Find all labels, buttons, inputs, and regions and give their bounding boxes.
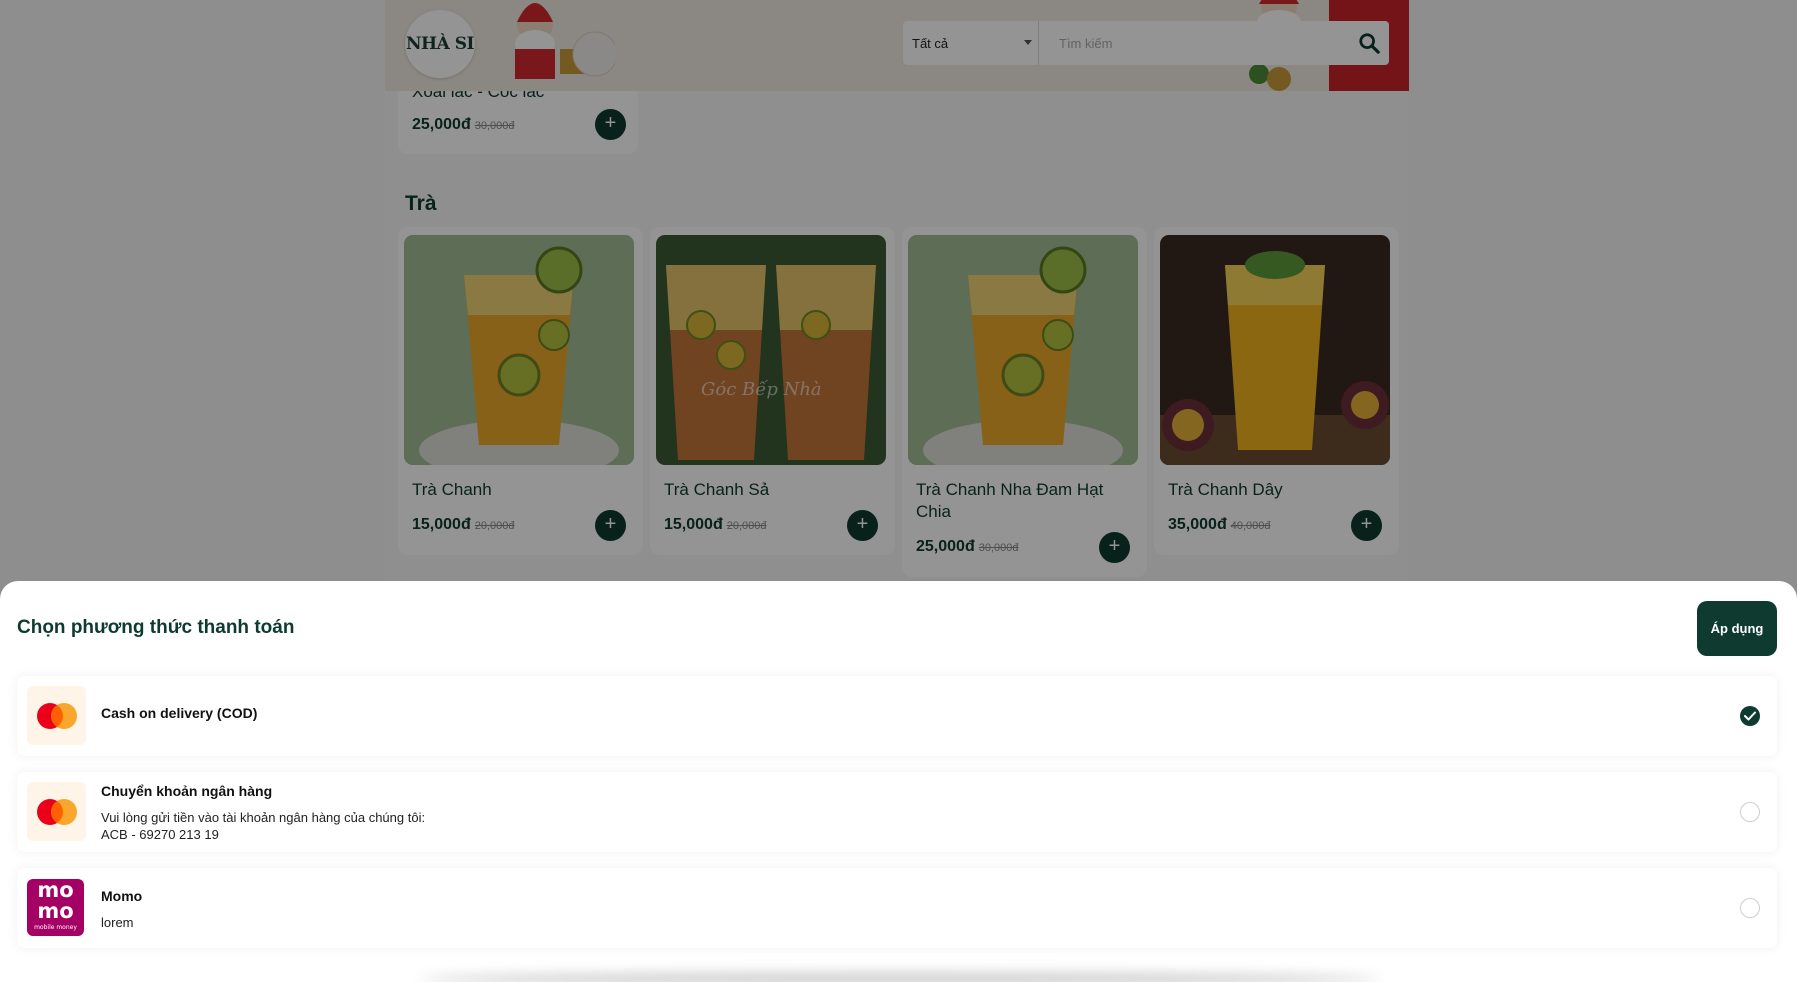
radio-unselected[interactable]: [1740, 802, 1760, 822]
mastercard-icon: [27, 686, 86, 745]
momo-logo-text: mo: [37, 899, 74, 923]
payment-method-name: Momo: [101, 888, 143, 904]
payment-method-cod[interactable]: Cash on delivery (COD): [17, 676, 1777, 756]
payment-method-bank-transfer[interactable]: Chuyển khoản ngân hàng Vui lòng gửi tiền…: [17, 772, 1777, 852]
payment-method-sheet: Chọn phương thức thanh toán Áp dụng Cash…: [0, 581, 1797, 982]
check-icon: [1744, 711, 1756, 721]
payment-method-momo[interactable]: mo mo mobile money Momo lorem: [17, 868, 1777, 948]
payment-method-desc: lorem: [101, 915, 134, 930]
payment-method-name: Cash on delivery (COD): [101, 705, 258, 721]
payment-method-desc: Vui lòng gửi tiền vào tài khoản ngân hàn…: [101, 810, 426, 825]
payment-method-name: Chuyển khoản ngân hàng: [101, 783, 273, 799]
radio-unselected[interactable]: [1740, 898, 1760, 918]
sheet-title: Chọn phương thức thanh toán: [17, 617, 295, 638]
momo-icon: mo mo mobile money: [27, 879, 84, 936]
momo-logo-caption: mobile money: [34, 924, 77, 931]
radio-selected[interactable]: [1740, 706, 1760, 726]
bottom-shadow: [420, 972, 1380, 982]
apply-button[interactable]: Áp dụng: [1697, 601, 1777, 656]
momo-logo-text: mo: [37, 879, 74, 902]
bank-account-info: ACB - 69270 213 19: [101, 827, 219, 842]
mastercard-icon: [27, 782, 86, 841]
